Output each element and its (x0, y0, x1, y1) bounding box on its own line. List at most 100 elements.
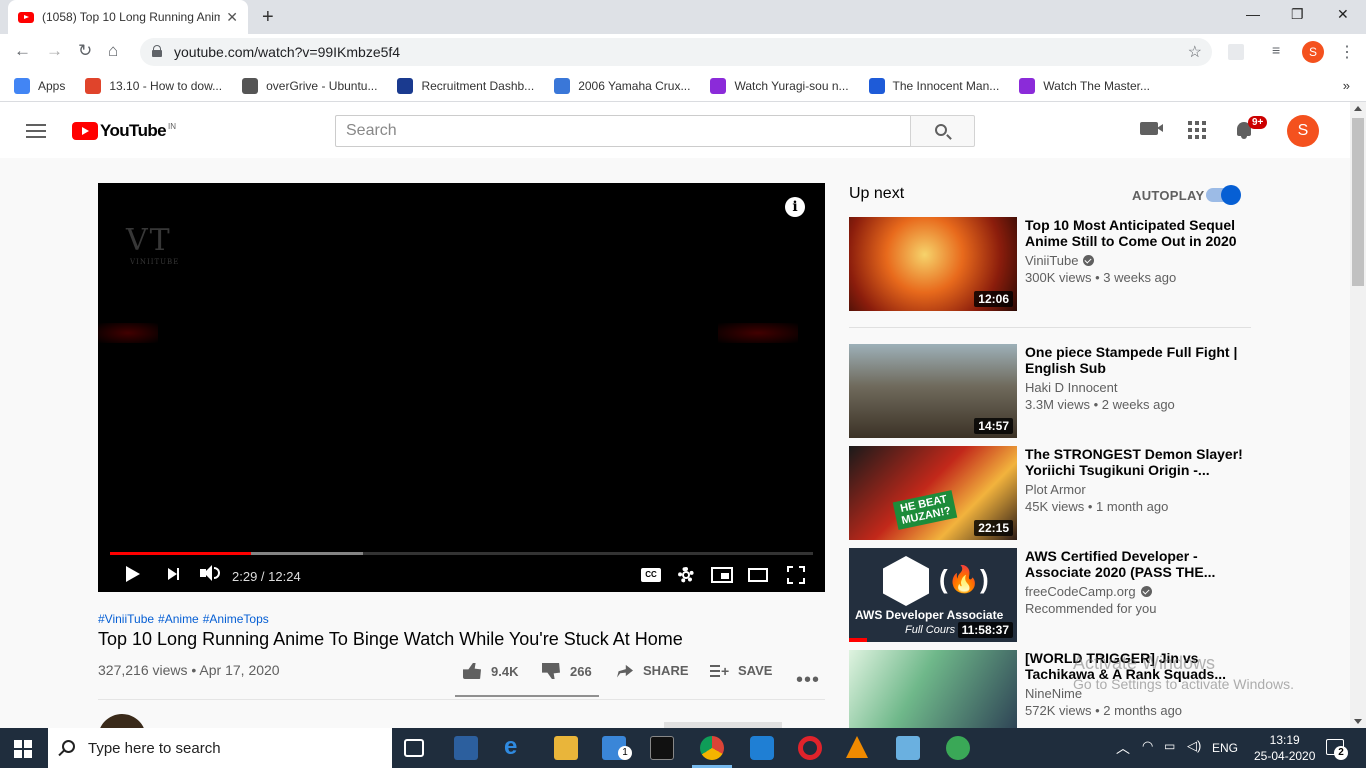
virtualbox-icon[interactable] (896, 736, 920, 760)
up-next-video[interactable]: (🔥) AWS Developer Associate Full Cours 11:5… (849, 548, 1251, 642)
browser-tab[interactable]: (1058) Top 10 Long Running Anim ✕ (8, 0, 248, 34)
clock[interactable]: 13:19 25-04-2020 (1254, 732, 1315, 764)
progress-bar[interactable] (110, 552, 813, 555)
wifi-icon[interactable]: ◠ (1142, 738, 1153, 754)
youtube-logo[interactable]: YouTube IN (72, 121, 176, 141)
vlc-icon[interactable] (846, 736, 868, 758)
bookmark-item[interactable]: Watch The Master... (1019, 77, 1150, 94)
extension-icon[interactable] (1228, 44, 1244, 60)
volume-icon[interactable] (200, 565, 212, 581)
vscode-icon[interactable] (750, 736, 774, 760)
play-icon[interactable] (126, 566, 140, 582)
account-avatar[interactable]: S (1287, 115, 1319, 147)
edge-browser-icon[interactable]: e (504, 735, 528, 760)
close-window-icon[interactable]: ✕ (1337, 6, 1349, 23)
maximize-icon[interactable]: ❐ (1291, 6, 1304, 23)
bookmark-item[interactable]: The Innocent Man... (868, 77, 999, 94)
video-info: Top 10 Most Anticipated Sequel Anime Sti… (1025, 217, 1251, 285)
hashtag-link[interactable]: #ViniiTube (98, 612, 154, 626)
bookmark-star-icon[interactable]: ☆ (1188, 42, 1202, 62)
opera-icon[interactable] (798, 736, 822, 760)
miniplayer-icon[interactable] (711, 567, 733, 583)
terminal-icon[interactable] (650, 736, 674, 760)
create-video-icon[interactable] (1140, 122, 1163, 135)
fullscreen-icon[interactable] (787, 566, 805, 584)
file-explorer-icon[interactable] (554, 736, 578, 760)
captions-icon[interactable]: CC (641, 568, 661, 582)
scroll-thumb[interactable] (1352, 118, 1364, 286)
search-button[interactable] (910, 115, 975, 147)
more-bookmarks-icon[interactable]: » (1343, 78, 1350, 93)
chrome-menu-icon[interactable]: ⋮ (1339, 42, 1355, 62)
time-display: 2:29 / 12:24 (232, 569, 301, 584)
video-thumbnail[interactable]: 14:57 (849, 344, 1017, 438)
next-video-icon[interactable] (168, 568, 179, 580)
hashtag-link[interactable]: #Anime (158, 612, 199, 626)
bookmark-item[interactable]: 13.10 - How to dow... (85, 77, 222, 94)
apps-icon[interactable] (1188, 121, 1206, 139)
video-thumbnail[interactable]: (🔥) AWS Developer Associate Full Cours 11:5… (849, 548, 1017, 642)
task-view-icon[interactable] (404, 739, 424, 757)
save-button[interactable]: SAVE (710, 663, 772, 679)
bookmark-item[interactable]: Apps (14, 77, 65, 94)
menu-icon[interactable] (26, 124, 46, 138)
autoplay-toggle[interactable] (1206, 185, 1242, 205)
home-icon[interactable]: ⌂ (108, 41, 118, 61)
video-player[interactable]: VT VINIITUBE i 2:29 / 12:24 CC (98, 183, 825, 592)
toggle-knob (1221, 185, 1241, 205)
up-next-video[interactable]: 12:06 Top 10 Most Anticipated Sequel Anim… (849, 217, 1251, 311)
frame-glow (718, 323, 798, 343)
profile-avatar[interactable]: S (1302, 41, 1324, 63)
forward-icon[interactable]: → (46, 41, 63, 61)
dislike-button[interactable]: 266 (542, 663, 592, 679)
scroll-up-icon[interactable] (1354, 106, 1362, 111)
search-input[interactable]: Search (335, 115, 911, 147)
address-bar[interactable]: youtube.com/watch?v=99IKmbze5f4 ☆ (140, 38, 1212, 66)
channel-name[interactable]: freeCodeCamp.org (1025, 584, 1251, 599)
taskbar-search[interactable]: Type here to search (48, 728, 392, 768)
bookmark-item[interactable]: 2006 Yamaha Crux... (554, 77, 690, 94)
page-scrollbar[interactable] (1350, 102, 1366, 728)
video-thumbnail[interactable]: 12:06 (849, 217, 1017, 311)
minimize-icon[interactable]: — (1246, 6, 1260, 22)
bookmark-item[interactable]: overGrive - Ubuntu... (242, 77, 377, 94)
lock-icon[interactable] (152, 45, 162, 57)
video-title[interactable]: Top 10 Most Anticipated Sequel Anime Sti… (1025, 217, 1251, 249)
apps-grid-icon (14, 77, 30, 94)
reload-icon[interactable]: ↻ (78, 41, 92, 61)
back-icon[interactable]: ← (14, 41, 31, 61)
utorrent-icon[interactable] (946, 736, 970, 760)
bookmark-item[interactable]: Recruitment Dashb... (397, 77, 534, 94)
up-next-video[interactable]: HE BEAT MUZAN!? 22:15 The STRONGEST Demon … (849, 446, 1251, 540)
more-actions-icon[interactable]: ••• (796, 669, 820, 692)
info-icon[interactable]: i (785, 197, 805, 217)
browser-tab-strip: (1058) Top 10 Long Running Anim ✕ + — ❐ … (0, 0, 1366, 34)
settings-gear-icon[interactable] (678, 567, 694, 583)
channel-name[interactable]: Plot Armor (1025, 482, 1251, 497)
video-title[interactable]: One piece Stampede Full Fight | English … (1025, 344, 1251, 376)
theater-mode-icon[interactable] (748, 568, 768, 582)
channel-name[interactable]: ViniiTube (1025, 253, 1251, 268)
scroll-down-icon[interactable] (1354, 719, 1362, 724)
hashtag-link[interactable]: #AnimeTops (203, 612, 269, 626)
close-tab-icon[interactable]: ✕ (226, 9, 238, 26)
bookmark-item[interactable]: Watch Yuragi-sou n... (710, 77, 849, 94)
share-button[interactable]: SHARE (617, 663, 689, 678)
speaker-icon[interactable]: ◁) (1187, 738, 1201, 754)
share-icon (617, 664, 633, 678)
up-next-video[interactable]: 14:57 One piece Stampede Full Fight | Eng… (849, 344, 1251, 438)
video-meta: 45K views • 1 month ago (1025, 499, 1169, 514)
like-button[interactable]: 9.4K (463, 663, 518, 679)
netbeans-icon[interactable] (454, 736, 478, 760)
language-indicator[interactable]: ENG (1212, 741, 1238, 755)
new-tab-icon[interactable]: + (262, 6, 274, 29)
chrome-icon[interactable] (700, 736, 724, 760)
media-queue-icon[interactable]: ≡ (1272, 42, 1288, 58)
windows-start-icon[interactable] (14, 740, 32, 758)
video-title[interactable]: The STRONGEST Demon Slayer! Yoriichi Tsu… (1025, 446, 1251, 478)
battery-icon[interactable]: ▭ (1164, 739, 1175, 753)
tray-chevron-icon[interactable]: ︿ (1116, 738, 1130, 758)
channel-name[interactable]: Haki D Innocent (1025, 380, 1251, 395)
video-thumbnail[interactable]: HE BEAT MUZAN!? 22:15 (849, 446, 1017, 540)
video-title[interactable]: AWS Certified Developer - Associate 2020… (1025, 548, 1251, 580)
